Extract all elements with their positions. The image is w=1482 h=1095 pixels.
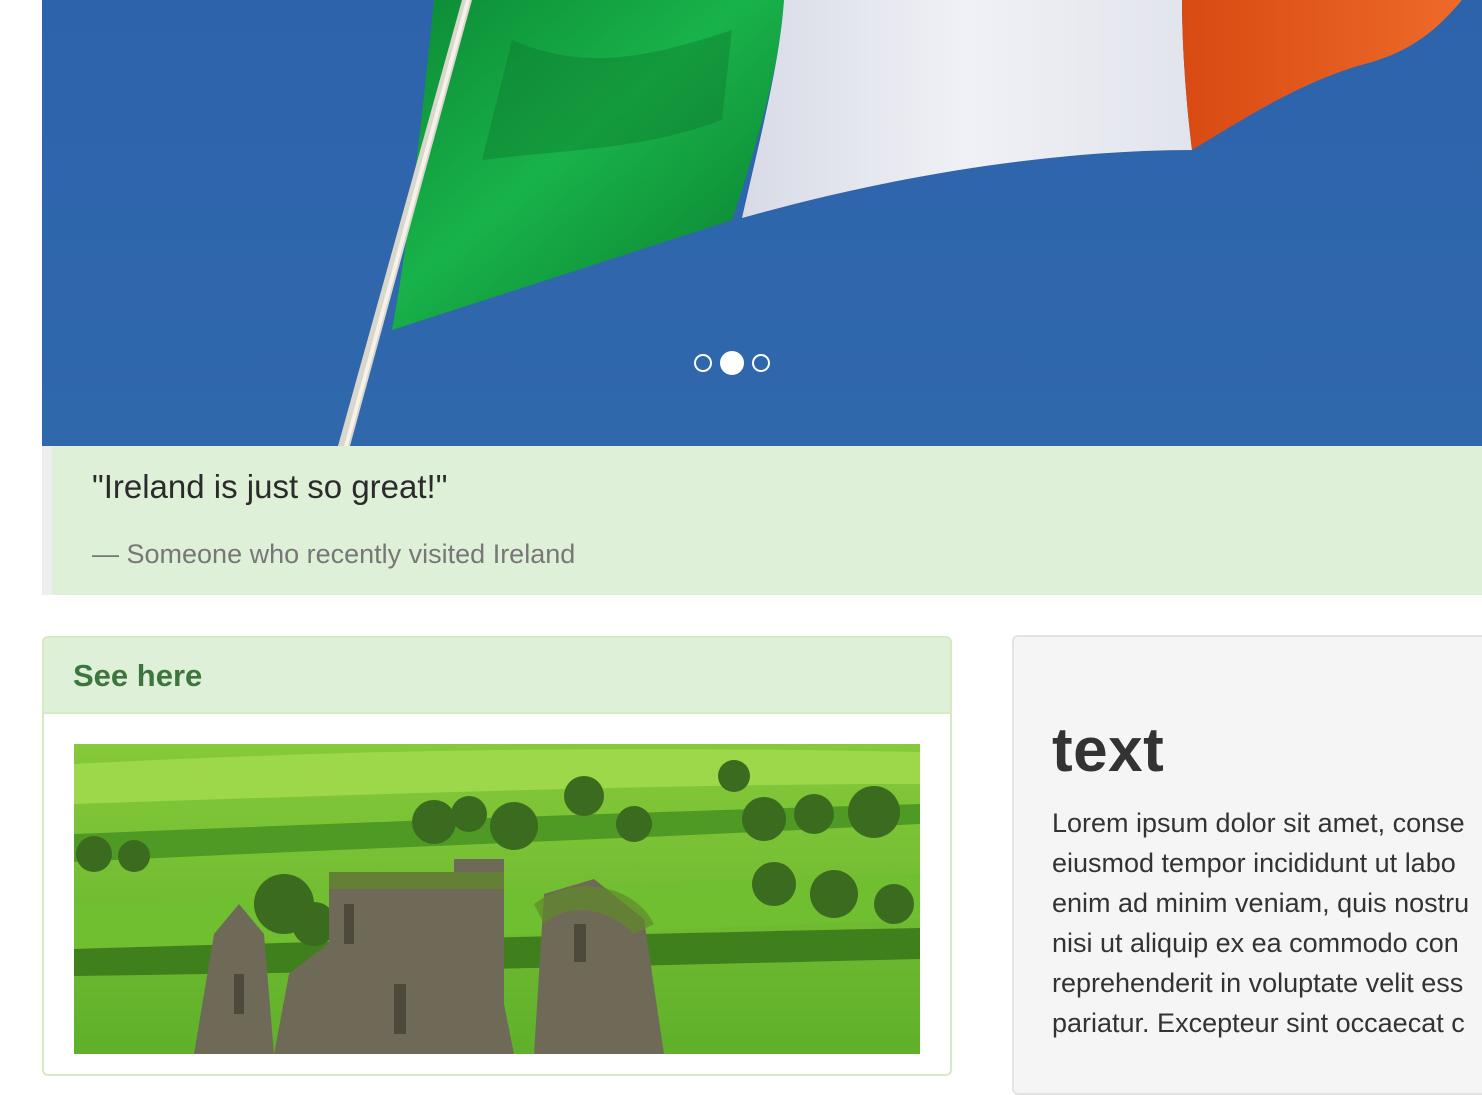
panel-heading: See here xyxy=(44,638,950,714)
paragraph-line: Lorem ipsum dolor sit amet, conse xyxy=(1052,808,1465,838)
see-here-panel: See here xyxy=(42,636,952,1076)
carousel-indicators xyxy=(42,351,1452,375)
paragraph-line: eiusmod tempor incididunt ut labo xyxy=(1052,848,1456,878)
ireland-abbey-landscape-photo xyxy=(74,744,920,1054)
well-paragraph: Lorem ipsum dolor sit amet, conse eiusmo… xyxy=(1052,803,1469,1043)
carousel-indicator-3[interactable] xyxy=(752,354,770,372)
panel-title: See here xyxy=(73,658,203,693)
panel-body xyxy=(74,744,920,1059)
well-heading: text xyxy=(1052,716,1165,785)
paragraph-line: pariatur. Excepteur sint occaecat c xyxy=(1052,1008,1465,1038)
quote-footer: — Someone who recently visited Ireland xyxy=(92,539,576,569)
hero-carousel[interactable] xyxy=(42,0,1482,446)
carousel-indicator-2[interactable] xyxy=(720,351,744,375)
quote-text: "Ireland is just so great!" xyxy=(92,468,448,505)
blockquote: "Ireland is just so great!" — Someone wh… xyxy=(42,446,1482,595)
text-well: text Lorem ipsum dolor sit amet, conse e… xyxy=(1012,635,1482,1095)
paragraph-line: nisi ut aliquip ex ea commodo con xyxy=(1052,928,1459,958)
ireland-flag-photo xyxy=(42,0,1482,446)
paragraph-line: enim ad minim veniam, quis nostru xyxy=(1052,888,1470,918)
carousel-indicator-1[interactable] xyxy=(694,354,712,372)
paragraph-line: reprehenderit in voluptate velit ess xyxy=(1052,968,1464,998)
